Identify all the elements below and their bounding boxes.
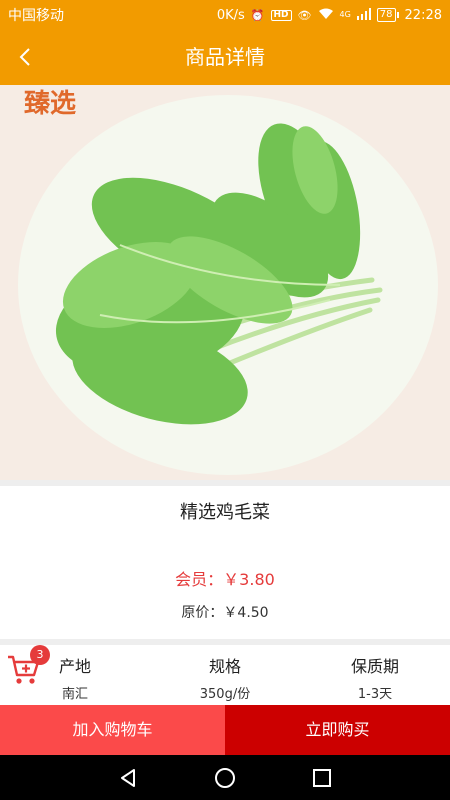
vegetable-illustration [55, 123, 383, 425]
status-icons: 0K/s ⏰ HD 👁 4G 78 22:28 [217, 8, 442, 23]
member-price: 会员：￥3.80 [175, 570, 275, 589]
square-recent-icon [312, 768, 331, 787]
battery-level: 78 [376, 8, 396, 22]
carrier-label: 中国移动 [8, 8, 64, 24]
status-bar: 中国移动 0K/s ⏰ HD 👁 4G 78 22:28 [0, 0, 450, 30]
spec-origin: 产地 南汇 [15, 653, 135, 702]
triangle-back-icon [121, 768, 136, 787]
spec-label: 保质期 [350, 657, 399, 676]
hd-badge: HD [270, 9, 292, 21]
nav-back-button[interactable] [108, 758, 148, 798]
clock: 22:28 [404, 7, 442, 23]
alarm-icon: ⏰ [250, 8, 265, 22]
original-price: 原价：￥4.50 [181, 605, 269, 621]
add-to-cart-button[interactable]: 加入购物车 [0, 705, 225, 755]
action-bar: 加入购物车 立即购买 [0, 705, 450, 755]
nav-home-button[interactable] [205, 758, 245, 798]
wifi-icon [318, 8, 334, 22]
spec-value: 南汇 [61, 687, 88, 702]
app-header: 商品详情 [0, 30, 450, 85]
spec-value: 350g/份 [199, 687, 251, 702]
circle-home-icon [214, 767, 235, 788]
spec-value: 1-3天 [357, 687, 393, 702]
product-name: 精选鸡毛菜 [180, 502, 270, 523]
network-speed: 0K/s [216, 7, 245, 23]
battery-icon: 78 [376, 8, 399, 22]
system-nav-bar [0, 755, 450, 800]
spec-shelf-life: 保质期 1-3天 [315, 653, 435, 702]
buy-now-button[interactable]: 立即购买 [225, 705, 450, 755]
nav-recent-button[interactable] [302, 758, 342, 798]
signal-icon [356, 8, 371, 22]
spec-label: 规格 [208, 657, 241, 676]
product-image: 臻选 [0, 85, 450, 480]
spec-size: 规格 350g/份 [165, 653, 285, 702]
spec-row: 3 产地 南汇 规格 350g/份 保质期 1-3天 [0, 645, 450, 705]
spec-label: 产地 [58, 657, 91, 676]
network-type: 4G [339, 10, 351, 19]
page-title: 商品详情 [185, 45, 265, 69]
eye-icon: 👁 [297, 8, 312, 22]
product-info: 精选鸡毛菜 会员：￥3.80 原价：￥4.50 [0, 486, 450, 639]
